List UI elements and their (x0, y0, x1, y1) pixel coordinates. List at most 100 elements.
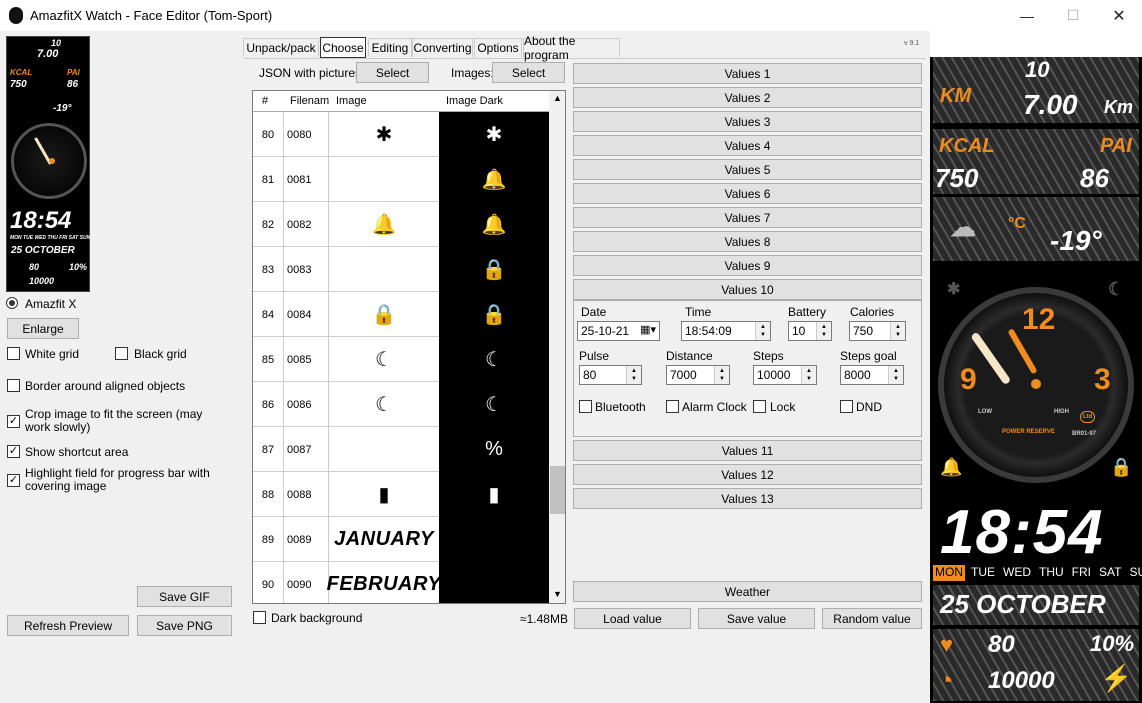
minimize-button[interactable]: — (1004, 0, 1050, 31)
images-table[interactable]: # Filenam Image Image Dark 80 0080 ✱ ✱ 81 008… (252, 90, 566, 604)
save-gif-button[interactable]: Save GIF (137, 586, 232, 607)
tab-unpack-pack[interactable]: Unpack/pack (243, 38, 319, 57)
row-number: 86 (253, 382, 284, 427)
table-scrollbar[interactable]: ▲ ▼ (549, 91, 565, 603)
watch-day: TUE (971, 565, 995, 579)
alarm-clock-checkbox[interactable] (666, 400, 679, 413)
weather-button[interactable]: Weather (573, 581, 922, 602)
values-10-button[interactable]: Values 10 (573, 279, 922, 300)
values-9-button[interactable]: Values 9 (573, 255, 922, 276)
values-12-button[interactable]: Values 12 (573, 464, 922, 485)
values-6-button[interactable]: Values 6 (573, 183, 922, 204)
close-button[interactable]: ✕ (1096, 0, 1142, 31)
watch-kcal-label: KCAL (939, 135, 995, 157)
scroll-down-icon[interactable]: ▼ (553, 589, 562, 599)
pulse-field[interactable]: 80 ▲ ▼ (579, 365, 642, 385)
save-png-button[interactable]: Save PNG (137, 615, 232, 636)
date-picker[interactable]: 25-10-21 ▦▾ (577, 321, 660, 341)
mini-steps: 10000 (29, 276, 55, 286)
tab-choose[interactable]: Choose (320, 37, 366, 58)
table-row[interactable]: 89 0089 JANUARY (253, 517, 549, 562)
row-number: 85 (253, 337, 284, 382)
scroll-up-icon[interactable]: ▲ (553, 93, 562, 103)
calories-spinner[interactable]: ▲ ▼ (890, 322, 905, 340)
row-image: 🔔 (371, 214, 397, 236)
time-label: Time (685, 305, 712, 319)
values-4-button[interactable]: Values 4 (573, 135, 922, 156)
images-select-button[interactable]: Select (492, 62, 565, 83)
load-value-button[interactable]: Load value (574, 608, 691, 629)
table-row[interactable]: 87 0087% (253, 427, 549, 472)
maximize-button[interactable]: ☐ (1050, 0, 1096, 31)
values-7-button[interactable]: Values 7 (573, 207, 922, 228)
tab-options[interactable]: Options (474, 38, 522, 57)
table-row[interactable]: 84 0084 🔒 🔒 (253, 292, 549, 337)
values-11-button[interactable]: Values 11 (573, 440, 922, 461)
json-select-button[interactable]: Select (356, 62, 429, 83)
table-row[interactable]: 90 0090 FEBRUARY (253, 562, 549, 603)
pulse-spinner[interactable]: ▲ ▼ (626, 366, 641, 384)
values-3-button[interactable]: Values 3 (573, 111, 922, 132)
highlight-field-label: Highlight field for progress bar with co… (25, 466, 210, 493)
table-row[interactable]: 82 0082 🔔 🔔 (253, 202, 549, 247)
watch-steps: 10000 (988, 667, 1055, 694)
time-field[interactable]: 18:54:09 ▲ ▼ (681, 321, 771, 341)
random-value-button[interactable]: Random value (822, 608, 922, 629)
battery-spinner[interactable]: ▲ ▼ (816, 322, 831, 340)
crop-image-checkbox[interactable]: ✓ (7, 415, 20, 428)
row-number: 80 (253, 112, 284, 157)
tab-converting[interactable]: Converting (412, 38, 473, 57)
battery-field[interactable]: 10 ▲ ▼ (788, 321, 832, 341)
watch-dial: 12 3 9 LOW HIGH POWER RESERVE Ltd BR01-9… (938, 287, 1134, 483)
values-13-button[interactable]: Values 13 (573, 488, 922, 509)
table-row[interactable]: 83 0083 🔒 (253, 247, 549, 292)
scroll-thumb[interactable] (550, 466, 565, 514)
row-image-dark (439, 517, 549, 562)
values-8-button[interactable]: Values 8 (573, 231, 922, 252)
watch-temp-unit: °C (1008, 215, 1026, 232)
steps-label: Steps (753, 349, 784, 363)
table-row[interactable]: 88 0088 ▮ ▮ (253, 472, 549, 517)
steps-goal-spinner[interactable]: ▲ ▼ (888, 366, 903, 384)
dial-high: HIGH (1054, 409, 1069, 415)
bluetooth-checkbox[interactable] (579, 400, 592, 413)
steps-spinner[interactable]: ▲ ▼ (801, 366, 816, 384)
highlight-field-checkbox[interactable]: ✓ (7, 474, 20, 487)
enlarge-button[interactable]: Enlarge (7, 318, 79, 339)
lock-checkbox[interactable] (753, 400, 766, 413)
dnd-checkbox[interactable] (840, 400, 853, 413)
col-header-image-dark: Image Dark (446, 95, 503, 107)
calendar-icon[interactable]: ▦▾ (640, 323, 656, 336)
calories-field[interactable]: 750 ▲ ▼ (849, 321, 906, 341)
watch-km-unit: Km (1104, 97, 1134, 117)
refresh-preview-button[interactable]: Refresh Preview (7, 615, 129, 636)
white-grid-checkbox[interactable] (7, 347, 20, 360)
black-grid-checkbox[interactable] (115, 347, 128, 360)
values-5-button[interactable]: Values 5 (573, 159, 922, 180)
table-row[interactable]: 86 0086 ☾ ☾ (253, 382, 549, 427)
show-shortcut-checkbox[interactable]: ✓ (7, 445, 20, 458)
steps-field[interactable]: 10000 ▲ ▼ (753, 365, 817, 385)
table-row[interactable]: 80 0080 ✱ ✱ (253, 112, 549, 157)
dial-center (1031, 379, 1041, 389)
table-row[interactable]: 81 0081 🔔 (253, 157, 549, 202)
watch-pai-label: PAI (1100, 135, 1132, 157)
amazfit-radio[interactable] (6, 297, 18, 309)
steps-goal-field[interactable]: 8000 ▲ ▼ (840, 365, 904, 385)
watch-pulse: 80 (988, 631, 1015, 658)
black-grid-label: Black grid (134, 347, 187, 361)
distance-spinner[interactable]: ▲ ▼ (714, 366, 729, 384)
save-value-button[interactable]: Save value (698, 608, 815, 629)
watch-date: 25 OCTOBER (940, 589, 1106, 619)
values-2-button[interactable]: Values 2 (573, 87, 922, 108)
watch-day: MON (933, 565, 965, 581)
row-number: 90 (253, 562, 284, 603)
border-aligned-checkbox[interactable] (7, 379, 20, 392)
tab-editing[interactable]: Editing (368, 38, 412, 57)
values-1-button[interactable]: Values 1 (573, 63, 922, 84)
distance-field[interactable]: 7000 ▲ ▼ (666, 365, 730, 385)
time-spinner[interactable]: ▲ ▼ (755, 322, 770, 340)
tab-about[interactable]: About the program (523, 34, 620, 62)
table-row[interactable]: 85 0085 ☾ ☾ (253, 337, 549, 382)
dark-background-checkbox[interactable] (253, 611, 266, 624)
